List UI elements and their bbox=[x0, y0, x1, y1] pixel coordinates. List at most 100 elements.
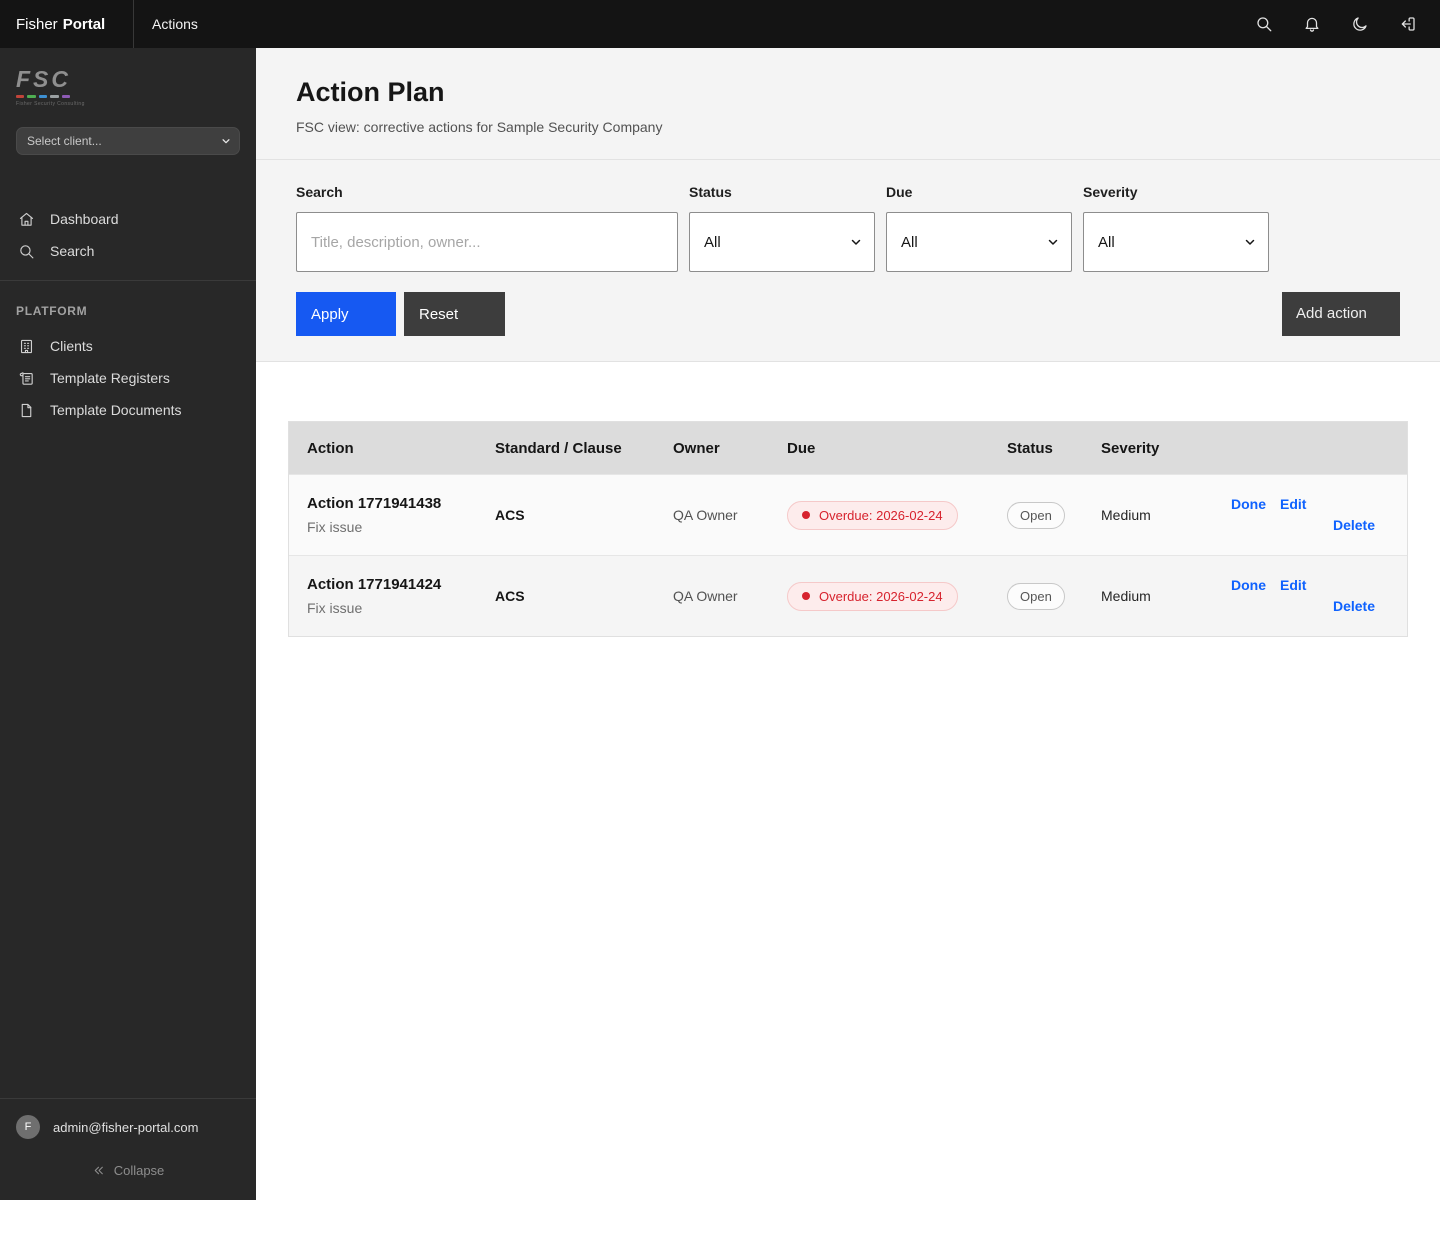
action-title: Action 1771941424 bbox=[307, 576, 442, 593]
brand-secondary: Portal bbox=[62, 15, 106, 33]
add-action-button[interactable]: Add action bbox=[1282, 292, 1400, 336]
owner-cell: QA Owner bbox=[673, 588, 738, 604]
platform-section-label: PLATFORM bbox=[16, 304, 88, 318]
status-badge: Open bbox=[1007, 582, 1065, 610]
column-header-action: Action bbox=[307, 439, 354, 457]
action-subtitle: Fix issue bbox=[307, 600, 363, 616]
severity-cell: Medium bbox=[1101, 588, 1151, 604]
due-cell: Overdue: 2026-02-24 bbox=[769, 500, 989, 530]
due-label: Due bbox=[886, 184, 913, 200]
severity-cell: Medium bbox=[1101, 507, 1151, 523]
logo-dash-gray bbox=[50, 95, 59, 98]
action-cell: Action 1771941438 Fix issue bbox=[289, 495, 477, 535]
done-link[interactable]: Done bbox=[1231, 577, 1266, 593]
apply-button[interactable]: Apply bbox=[296, 292, 396, 336]
owner-cell: QA Owner bbox=[673, 507, 738, 523]
filter-buttons-row: Apply Reset Add action bbox=[296, 292, 1400, 336]
search-label: Search bbox=[296, 184, 343, 200]
delete-link[interactable]: Delete bbox=[1333, 598, 1375, 614]
sidebar-item-template-documents[interactable]: Template Documents bbox=[0, 394, 256, 426]
status-cell: Open bbox=[989, 582, 1083, 610]
logo-dash-red bbox=[16, 95, 25, 98]
account-row: F admin@fisher-portal.com bbox=[0, 1099, 256, 1155]
logo-dash-purple bbox=[61, 95, 71, 98]
sidebar-item-label: Template Documents bbox=[50, 402, 182, 418]
column-header-severity: Severity bbox=[1101, 439, 1160, 457]
sidebar-bottom: F admin@fisher-portal.com Collapse bbox=[0, 1098, 256, 1200]
standard-cell: ACS bbox=[495, 507, 525, 523]
action-title: Action 1771941438 bbox=[307, 495, 442, 512]
search-icon[interactable] bbox=[1240, 0, 1288, 48]
fsc-logo-dashes bbox=[16, 95, 71, 98]
status-cell: Open bbox=[989, 501, 1083, 529]
sidebar-item-label: Clients bbox=[50, 338, 93, 354]
fsc-logo-text: FSC bbox=[16, 66, 71, 92]
filter-bar: Search Status All Due All bbox=[256, 160, 1440, 362]
search-input[interactable] bbox=[296, 212, 678, 272]
column-header-owner: Owner bbox=[673, 439, 720, 457]
severity-field: Severity All bbox=[1083, 184, 1269, 272]
topbar: Fisher Portal Actions bbox=[0, 0, 1440, 48]
brand: Fisher Portal bbox=[0, 0, 134, 48]
due-field: Due All bbox=[886, 184, 1072, 272]
sidebar-item-template-registers[interactable]: Template Registers bbox=[0, 362, 256, 394]
page-header: Action Plan FSC view: corrective actions… bbox=[256, 48, 1440, 160]
status-label: Status bbox=[689, 184, 732, 200]
bell-icon[interactable] bbox=[1288, 0, 1336, 48]
sidebar-nav: Dashboard Search PLATFORM Clients Templa… bbox=[0, 203, 256, 426]
due-select[interactable]: All bbox=[886, 212, 1072, 272]
page-title: Action Plan bbox=[296, 77, 445, 107]
brand-primary: Fisher bbox=[16, 15, 58, 33]
overdue-dot-icon bbox=[802, 592, 810, 600]
severity-select[interactable]: All bbox=[1083, 212, 1269, 272]
edit-link[interactable]: Edit bbox=[1280, 496, 1306, 512]
topbar-right bbox=[1240, 0, 1440, 48]
register-icon bbox=[18, 370, 35, 387]
fsc-logo-caption: Fisher Security Consulting bbox=[16, 101, 85, 107]
logo-dash-blue bbox=[38, 95, 48, 98]
search-icon bbox=[18, 243, 35, 260]
collapse-label: Collapse bbox=[113, 1163, 165, 1178]
column-header-standard: Standard / Clause bbox=[495, 439, 622, 457]
sidebar-divider bbox=[0, 280, 256, 281]
overdue-badge: Overdue: 2026-02-24 bbox=[787, 581, 958, 611]
sidebar-item-dashboard[interactable]: Dashboard bbox=[0, 203, 256, 235]
edit-link[interactable]: Edit bbox=[1280, 577, 1306, 593]
filter-fields: Search Status All Due All bbox=[296, 184, 1400, 272]
document-icon bbox=[18, 402, 35, 419]
overdue-text: Overdue: 2026-02-24 bbox=[819, 507, 943, 523]
overdue-badge: Overdue: 2026-02-24 bbox=[787, 500, 958, 530]
status-select[interactable]: All bbox=[689, 212, 875, 272]
logo-dash-green bbox=[27, 95, 36, 98]
status-field: Status All bbox=[689, 184, 875, 272]
column-header-due: Due bbox=[787, 439, 816, 457]
done-link[interactable]: Done bbox=[1231, 496, 1266, 512]
severity-label: Severity bbox=[1083, 184, 1138, 200]
overdue-dot-icon bbox=[802, 511, 810, 519]
home-icon bbox=[18, 211, 35, 228]
logout-icon[interactable] bbox=[1384, 0, 1432, 48]
actions-table: Action Standard / Clause Owner Due Statu… bbox=[288, 421, 1408, 637]
row-actions-cell: Done Edit Delete bbox=[1201, 577, 1407, 616]
sidebar-item-clients[interactable]: Clients bbox=[0, 330, 256, 362]
page-subtitle: FSC view: corrective actions for Sample … bbox=[296, 119, 663, 135]
sidebar: FSC Fisher Security Consulting Select cl… bbox=[0, 48, 256, 1200]
reset-button[interactable]: Reset bbox=[404, 292, 505, 336]
moon-icon[interactable] bbox=[1336, 0, 1384, 48]
action-subtitle: Fix issue bbox=[307, 519, 363, 535]
main-content: Action Plan FSC view: corrective actions… bbox=[256, 48, 1440, 717]
action-cell: Action 1771941424 Fix issue bbox=[289, 576, 477, 616]
client-select[interactable]: Select client... bbox=[16, 127, 240, 155]
collapse-sidebar-button[interactable]: Collapse bbox=[0, 1155, 256, 1200]
building-icon bbox=[18, 338, 35, 355]
sidebar-item-label: Search bbox=[50, 243, 95, 259]
fsc-logo: FSC Fisher Security Consulting bbox=[0, 48, 256, 107]
topnav-actions[interactable]: Actions bbox=[134, 0, 216, 48]
sidebar-item-search[interactable]: Search bbox=[0, 235, 256, 267]
sidebar-item-label: Template Registers bbox=[50, 370, 170, 386]
search-field: Search bbox=[296, 184, 678, 272]
table-row: Action 1771941438 Fix issue ACS QA Owner… bbox=[289, 474, 1407, 555]
delete-link[interactable]: Delete bbox=[1333, 517, 1375, 533]
client-select-wrap: Select client... bbox=[16, 127, 240, 155]
sidebar-item-label: Dashboard bbox=[50, 211, 119, 227]
